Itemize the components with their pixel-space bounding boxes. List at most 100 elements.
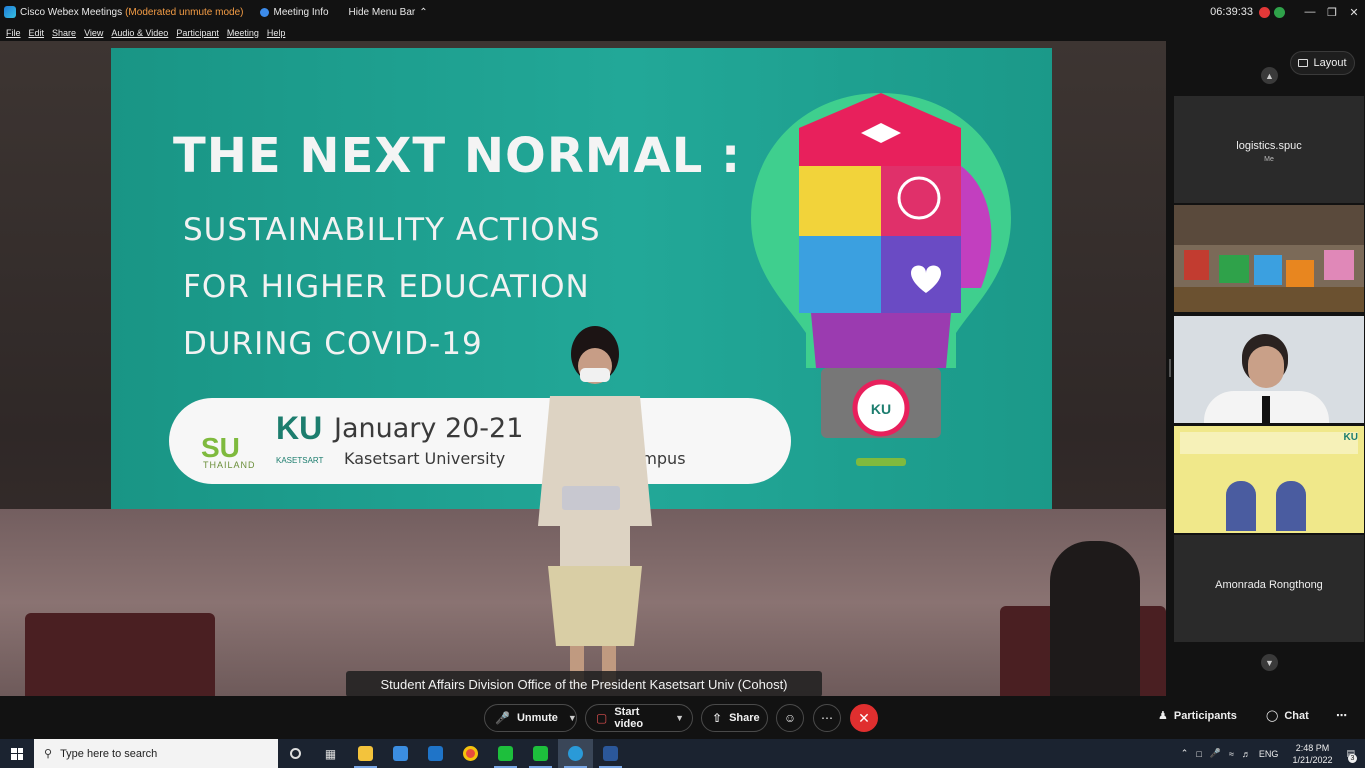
slide-title: THE NEXT NORMAL :	[173, 128, 742, 184]
more-options-button[interactable]: ⋯	[813, 704, 841, 732]
start-button[interactable]	[0, 739, 34, 768]
menu-audio-video[interactable]: Audio & Video	[111, 28, 168, 38]
line-icon-2[interactable]	[523, 739, 558, 768]
audience-member	[1050, 541, 1140, 696]
minimize-icon[interactable]: —	[1299, 6, 1321, 18]
clock[interactable]: 2:48 PM 1/21/2022	[1292, 742, 1332, 766]
file-explorer-icon[interactable]	[348, 739, 383, 768]
participant-tile[interactable]: logistics.spuc Me	[1174, 96, 1364, 203]
share-label: Share	[729, 712, 760, 724]
line-icon[interactable]	[488, 739, 523, 768]
cortana-icon[interactable]	[278, 739, 313, 768]
mail-icon[interactable]	[418, 739, 453, 768]
chat-label: Chat	[1284, 709, 1309, 722]
shield-icon	[259, 7, 269, 17]
panel-resize-handle[interactable]	[1169, 359, 1171, 377]
task-view-icon[interactable]: ▦	[313, 739, 348, 768]
word-icon[interactable]	[593, 739, 628, 768]
unmute-label: Unmute	[516, 712, 558, 724]
menu-share[interactable]: Share	[52, 28, 76, 38]
language-indicator[interactable]: ENG	[1259, 749, 1279, 759]
participants-label: Participants	[1173, 709, 1237, 722]
start-video-label: Start video	[614, 706, 644, 730]
participant-tile[interactable]: KU	[1174, 426, 1364, 533]
chat-bubble-icon: ◯	[1266, 710, 1279, 722]
titlebar-right: 06:39:33 — ❐ ✕	[1210, 0, 1365, 24]
app-title: Cisco Webex Meetings	[20, 6, 123, 18]
chrome-icon[interactable]	[453, 739, 488, 768]
presenter	[530, 326, 660, 696]
search-icon: ⚲	[44, 748, 53, 760]
menu-participant[interactable]: Participant	[176, 28, 219, 38]
active-speaker-label: Student Affairs Division Office of the P…	[346, 671, 822, 696]
store-icon[interactable]	[383, 739, 418, 768]
participant-video-panel: Layout ▲ logistics.spuc Me KU Amonrada R…	[1166, 41, 1365, 696]
chevron-up-icon[interactable]: ⌃	[1181, 748, 1189, 759]
ku-logo: KU	[276, 410, 323, 446]
participant-tile[interactable]	[1174, 316, 1364, 423]
main-video[interactable]: THE NEXT NORMAL : SUSTAINABILITY ACTIONS…	[0, 41, 1166, 696]
participant-name: logistics.spuc	[1236, 140, 1302, 152]
webex-window: Cisco Webex Meetings (Moderated unmute m…	[0, 0, 1365, 768]
close-icon[interactable]: ✕	[1343, 6, 1365, 19]
meeting-info-button[interactable]: Meeting Info	[259, 7, 329, 18]
slide-line-3: DURING COVID-19	[183, 326, 483, 362]
share-icon: ⇧	[712, 711, 723, 725]
lightbulb-puzzle-graphic: KU	[751, 88, 1011, 478]
chat-button[interactable]: ◯ Chat	[1266, 709, 1309, 723]
microphone-icon[interactable]: 🎤	[1210, 748, 1221, 759]
camera-off-icon: ▢	[596, 711, 608, 725]
more-panels-button[interactable]: ⋯	[1336, 709, 1347, 722]
smiley-icon: ☺	[783, 711, 797, 725]
chevron-up-icon: ⌃	[419, 6, 428, 18]
search-placeholder: Type here to search	[60, 747, 158, 760]
notification-count: 3	[1348, 754, 1357, 763]
device-icon[interactable]: □	[1196, 749, 1201, 759]
clock-time: 2:48 PM	[1295, 742, 1330, 753]
taskbar-search[interactable]: ⚲ Type here to search	[34, 739, 278, 768]
title-bar: Cisco Webex Meetings (Moderated unmute m…	[0, 0, 1365, 24]
menu-meeting[interactable]: Meeting	[227, 28, 259, 38]
leave-meeting-button[interactable]: ✕	[850, 704, 878, 732]
scroll-down-button[interactable]: ▼	[1261, 654, 1278, 671]
notifications-icon[interactable]: ▤ 3	[1346, 748, 1357, 763]
clock-date: 1/21/2022	[1292, 754, 1333, 765]
recording-icon[interactable]	[1259, 6, 1270, 18]
webex-logo-icon	[4, 6, 16, 18]
participant-tile[interactable]	[1174, 205, 1364, 312]
menu-file[interactable]: File	[6, 28, 21, 38]
menu-view[interactable]: View	[84, 28, 103, 38]
audience-seat	[25, 613, 215, 696]
system-tray: ⌃ □ 🎤 ≈ ♬ ENG 2:48 PM 1/21/2022 ▤ 3	[1177, 739, 1365, 768]
layout-label: Layout	[1313, 57, 1347, 69]
mic-muted-icon: 🎤	[495, 711, 510, 725]
restore-icon[interactable]: ❐	[1321, 6, 1343, 19]
chevron-down-icon[interactable]: ▼	[568, 713, 577, 723]
webex-icon[interactable]	[558, 739, 593, 768]
layout-button[interactable]: Layout	[1290, 51, 1355, 75]
unmute-button[interactable]: 🎤 Unmute ▼	[484, 704, 577, 732]
hide-menu-bar-button[interactable]: Hide Menu Bar ⌃	[349, 7, 428, 18]
event-banner: SU THAILAND KU KASETSART January 20-21 K…	[169, 398, 791, 484]
share-button[interactable]: ⇧ Share	[701, 704, 768, 732]
participant-sub: Me	[1264, 156, 1274, 163]
start-video-button[interactable]: ▢ Start video ▼	[585, 704, 693, 732]
ku-logo-sub: KASETSART	[276, 456, 324, 465]
unmute-mode-label: (Moderated unmute mode)	[125, 6, 244, 18]
scroll-up-button[interactable]: ▲	[1261, 67, 1278, 84]
layout-icon	[1298, 59, 1309, 67]
participants-button[interactable]: ♟ Participants	[1158, 709, 1237, 723]
participant-tile[interactable]: Amonrada Rongthong	[1174, 535, 1364, 642]
more-icon: ⋯	[1336, 710, 1347, 722]
menu-edit[interactable]: Edit	[29, 28, 45, 38]
hide-menu-bar-label: Hide Menu Bar	[348, 6, 416, 18]
volume-icon[interactable]: ♬	[1242, 749, 1251, 759]
user-avatar[interactable]	[1274, 6, 1285, 18]
wifi-icon[interactable]: ≈	[1229, 749, 1234, 759]
reactions-button[interactable]: ☺	[776, 704, 804, 732]
more-icon: ⋯	[821, 711, 833, 725]
menu-help[interactable]: Help	[267, 28, 286, 38]
bulb-ku-badge: KU	[871, 401, 891, 417]
chevron-down-icon[interactable]: ▼	[675, 713, 684, 723]
event-date: January 20-21	[334, 413, 524, 444]
